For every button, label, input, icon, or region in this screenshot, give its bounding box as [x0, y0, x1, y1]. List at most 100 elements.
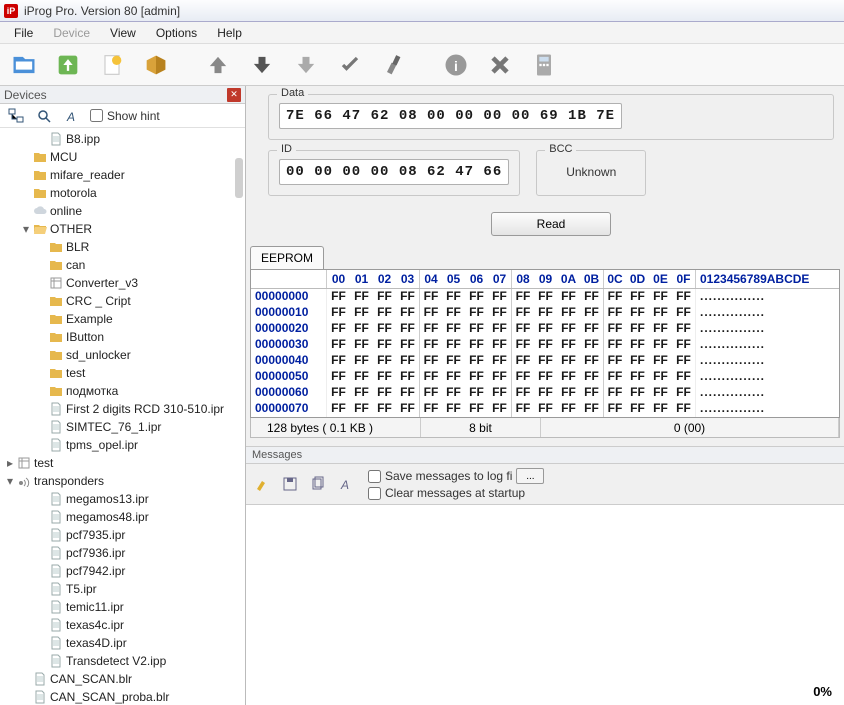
id-label: ID	[277, 143, 296, 155]
font-icon[interactable]: A	[62, 106, 82, 126]
msg-copy-icon[interactable]	[308, 474, 328, 494]
save-button[interactable]	[50, 47, 86, 83]
package-button[interactable]	[138, 47, 174, 83]
hex-col-header: 08	[511, 270, 534, 288]
msg-save-icon[interactable]	[280, 474, 300, 494]
tree-item[interactable]: First 2 digits RCD 310-510.ipr	[0, 400, 245, 418]
hex-row[interactable]: 00000000FFFFFFFFFFFFFFFFFFFFFFFFFFFFFFFF…	[251, 289, 839, 305]
tree-item[interactable]: megamos48.ipr	[0, 508, 245, 526]
clear-startup-checkbox[interactable]: Clear messages at startup	[368, 486, 544, 500]
search-icon[interactable]	[34, 106, 54, 126]
tree-item[interactable]: motorola	[0, 184, 245, 202]
read-button[interactable]: Read	[491, 212, 611, 236]
tree-item[interactable]: Converter_v3	[0, 274, 245, 292]
hex-row[interactable]: 00000050FFFFFFFFFFFFFFFFFFFFFFFFFFFFFFFF…	[251, 369, 839, 385]
hex-col-header: 0D	[626, 270, 649, 288]
menu-file[interactable]: File	[6, 24, 41, 42]
hex-col-header: 09	[534, 270, 557, 288]
clear-startup-input[interactable]	[368, 487, 381, 500]
tree-item[interactable]: CAN_SCAN_proba.blr	[0, 688, 245, 705]
menu-options[interactable]: Options	[148, 24, 205, 42]
tree-item[interactable]: megamos13.ipr	[0, 490, 245, 508]
hex-ascii-header: 0123456789ABCDE	[695, 270, 839, 288]
show-hint-label: Show hint	[107, 109, 160, 123]
hex-col-header: 0B	[580, 270, 603, 288]
msg-font-icon[interactable]: A	[336, 474, 356, 494]
tree-item[interactable]: pcf7942.ipr	[0, 562, 245, 580]
hex-row[interactable]: 00000010FFFFFFFFFFFFFFFFFFFFFFFFFFFFFFFF…	[251, 305, 839, 321]
hex-row[interactable]: 00000030FFFFFFFFFFFFFFFFFFFFFFFFFFFFFFFF…	[251, 337, 839, 353]
tree-item[interactable]: CAN_SCAN.blr	[0, 670, 245, 688]
tree-item[interactable]: SIMTEC_76_1.ipr	[0, 418, 245, 436]
clear-startup-label: Clear messages at startup	[385, 486, 525, 500]
tree-item[interactable]: tpms_opel.ipr	[0, 436, 245, 454]
data-value[interactable]: 7E 66 47 62 08 00 00 00 00 69 1B 7E	[279, 103, 622, 129]
tree-item[interactable]: test	[0, 364, 245, 382]
tree-item[interactable]: ▾transponders	[0, 472, 245, 490]
show-hint-checkbox[interactable]: Show hint	[90, 109, 160, 123]
window-title: iProg Pro. Version 80 [admin]	[24, 4, 180, 18]
hex-row[interactable]: 00000060FFFFFFFFFFFFFFFFFFFFFFFFFFFFFFFF…	[251, 385, 839, 401]
check-button[interactable]	[332, 47, 368, 83]
hex-col-header: 01	[350, 270, 373, 288]
hex-col-header: 0F	[672, 270, 695, 288]
arrow-down-button[interactable]	[244, 47, 280, 83]
tree-item[interactable]: texas4D.ipr	[0, 634, 245, 652]
status-bits: 8 bit	[421, 418, 541, 437]
new-button[interactable]	[94, 47, 130, 83]
main-toolbar: i	[0, 44, 844, 86]
tree-item[interactable]: IButton	[0, 328, 245, 346]
show-hint-input[interactable]	[90, 109, 103, 122]
tree-item[interactable]: ▸test	[0, 454, 245, 472]
menu-help[interactable]: Help	[209, 24, 250, 42]
svg-text:A: A	[340, 478, 349, 492]
tree-item[interactable]: BLR	[0, 238, 245, 256]
tree-item[interactable]: pcf7936.ipr	[0, 544, 245, 562]
cancel-button[interactable]	[482, 47, 518, 83]
progress-label: 0%	[813, 684, 832, 699]
close-icon[interactable]: ✕	[227, 88, 241, 102]
status-size: 128 bytes ( 0.1 KB )	[251, 418, 421, 437]
hex-editor[interactable]: 000102030405060708090A0B0C0D0E0F 0123456…	[250, 269, 840, 418]
tree-item[interactable]: sd_unlocker	[0, 346, 245, 364]
tab-eeprom[interactable]: EEPROM	[250, 246, 324, 269]
hex-col-header: 0C	[603, 270, 626, 288]
scrollbar-thumb[interactable]	[235, 158, 243, 198]
tree-item[interactable]: Transdetect V2.ipp	[0, 652, 245, 670]
arrow-down-grey-button[interactable]	[288, 47, 324, 83]
tree-item[interactable]: T5.ipr	[0, 580, 245, 598]
save-log-input[interactable]	[368, 470, 381, 483]
titlebar: iP iProg Pro. Version 80 [admin]	[0, 0, 844, 22]
tree-item[interactable]: MCU	[0, 148, 245, 166]
tree-item[interactable]: B8.ipp	[0, 130, 245, 148]
hex-row[interactable]: 00000020FFFFFFFFFFFFFFFFFFFFFFFFFFFFFFFF…	[251, 321, 839, 337]
menu-view[interactable]: View	[102, 24, 144, 42]
calculator-button[interactable]	[526, 47, 562, 83]
tree-item[interactable]: CRC _ Cript	[0, 292, 245, 310]
tree-item[interactable]: Example	[0, 310, 245, 328]
info-button[interactable]: i	[438, 47, 474, 83]
tree-item[interactable]: mifare_reader	[0, 166, 245, 184]
tree-icon[interactable]	[6, 106, 26, 126]
tree-item[interactable]: texas4c.ipr	[0, 616, 245, 634]
tree-item[interactable]: pcf7935.ipr	[0, 526, 245, 544]
tree-item[interactable]: подмотка	[0, 382, 245, 400]
arrow-up-button[interactable]	[200, 47, 236, 83]
hex-row[interactable]: 00000070FFFFFFFFFFFFFFFFFFFFFFFFFFFFFFFF…	[251, 401, 839, 417]
devices-tree[interactable]: B8.ippMCUmifare_readermotorolaonline▾OTH…	[0, 128, 245, 705]
tree-item[interactable]: ▾OTHER	[0, 220, 245, 238]
save-log-label: Save messages to log fi	[385, 469, 512, 483]
brush-button[interactable]	[376, 47, 412, 83]
menu-device[interactable]: Device	[45, 24, 98, 42]
open-button[interactable]	[6, 47, 42, 83]
tree-item[interactable]: online	[0, 202, 245, 220]
messages-body[interactable]	[246, 504, 844, 705]
log-path-button[interactable]: ...	[516, 468, 544, 484]
hex-row[interactable]: 00000040FFFFFFFFFFFFFFFFFFFFFFFFFFFFFFFF…	[251, 353, 839, 369]
save-log-checkbox[interactable]: Save messages to log fi ...	[368, 468, 544, 484]
id-value[interactable]: 00 00 00 00 08 62 47 66	[279, 159, 509, 185]
tree-item[interactable]: temic11.ipr	[0, 598, 245, 616]
msg-clear-icon[interactable]	[252, 474, 272, 494]
data-label: Data	[277, 87, 308, 99]
tree-item[interactable]: can	[0, 256, 245, 274]
